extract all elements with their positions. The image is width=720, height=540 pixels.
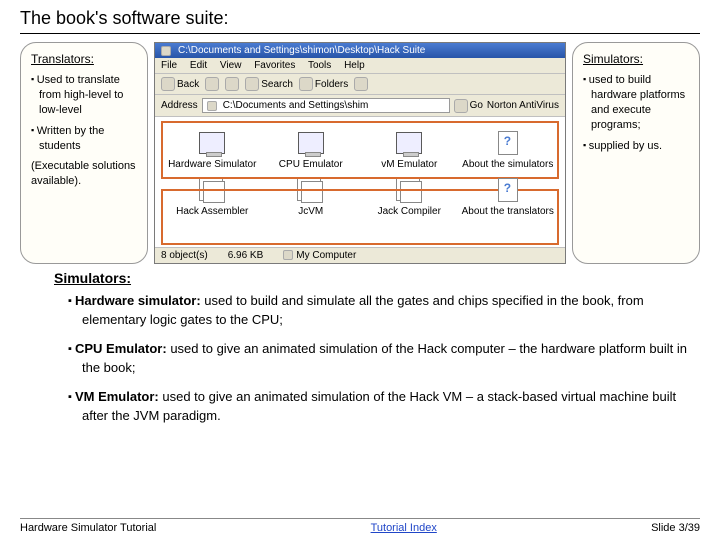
main-bullets: Hardware simulator: used to build and si… bbox=[20, 292, 700, 425]
upper-region: Translators: Used to translate from high… bbox=[20, 42, 700, 264]
help-doc-icon bbox=[498, 131, 518, 155]
back-icon bbox=[161, 77, 175, 91]
address-input[interactable]: C:\Documents and Settings\shim bbox=[202, 98, 450, 113]
bullet-vm-emu: VM Emulator: used to give an animated si… bbox=[68, 388, 692, 426]
page-title: The book's software suite: bbox=[20, 8, 700, 34]
simulators-callout: Simulators: used to build hardware platf… bbox=[572, 42, 700, 264]
footer: Hardware Simulator Tutorial Tutorial Ind… bbox=[20, 518, 700, 534]
icon-row-2: Hack Assembler JcVM Jack Compiler About … bbox=[163, 172, 557, 219]
explorer-window: C:\Documents and Settings\shimon\Desktop… bbox=[154, 42, 566, 264]
item-hardware-sim[interactable]: Hardware Simulator bbox=[163, 125, 262, 172]
item-cpu-emu[interactable]: CPU Emulator bbox=[262, 125, 361, 172]
window-title-text: C:\Documents and Settings\shimon\Desktop… bbox=[178, 45, 425, 56]
address-label: Address bbox=[161, 100, 198, 111]
computer-icon bbox=[396, 132, 422, 154]
search-icon bbox=[245, 77, 259, 91]
up-icon[interactable] bbox=[225, 77, 239, 91]
item-jcvm[interactable]: JcVM bbox=[262, 172, 361, 219]
status-bar: 8 object(s) 6.96 KB My Computer bbox=[155, 247, 565, 263]
menu-favorites[interactable]: Favorites bbox=[254, 60, 295, 71]
folders-button[interactable]: Folders bbox=[299, 77, 348, 91]
status-objects: 8 object(s) bbox=[161, 250, 208, 261]
window-titlebar: C:\Documents and Settings\shimon\Desktop… bbox=[155, 43, 565, 58]
computer-small-icon bbox=[283, 250, 293, 260]
icon-row-1: Hardware Simulator CPU Emulator vM Emula… bbox=[163, 125, 557, 172]
translators-callout: Translators: Used to translate from high… bbox=[20, 42, 148, 264]
simulators-b2: supplied by us. bbox=[583, 139, 689, 154]
simulators-b1: used to build hardware platforms and exe… bbox=[583, 73, 689, 132]
footer-left: Hardware Simulator Tutorial bbox=[20, 522, 156, 534]
norton-label: Norton AntiVirus bbox=[487, 100, 559, 111]
help-doc-icon bbox=[498, 178, 518, 202]
toolbar: Back Search Folders bbox=[155, 74, 565, 95]
back-button[interactable]: Back bbox=[161, 77, 199, 91]
stack-icon bbox=[203, 181, 225, 203]
menu-edit[interactable]: Edit bbox=[190, 60, 207, 71]
stack-icon bbox=[301, 181, 323, 203]
views-icon[interactable] bbox=[354, 77, 368, 91]
menu-view[interactable]: View bbox=[220, 60, 242, 71]
status-location: My Computer bbox=[283, 250, 356, 261]
menu-help[interactable]: Help bbox=[344, 60, 365, 71]
translators-heading: Translators: bbox=[31, 51, 137, 67]
item-about-trans[interactable]: About the translators bbox=[459, 172, 558, 219]
status-size: 6.96 KB bbox=[228, 250, 264, 261]
folders-icon bbox=[299, 77, 313, 91]
translators-paren: (Executable solutions available). bbox=[31, 159, 137, 189]
item-jack-comp[interactable]: Jack Compiler bbox=[360, 172, 459, 219]
menu-bar[interactable]: File Edit View Favorites Tools Help bbox=[155, 58, 565, 74]
address-bar: Address C:\Documents and Settings\shim G… bbox=[155, 95, 565, 117]
go-button[interactable]: Go bbox=[454, 99, 483, 113]
menu-tools[interactable]: Tools bbox=[308, 60, 331, 71]
search-button[interactable]: Search bbox=[245, 77, 293, 91]
stack-icon bbox=[400, 181, 422, 203]
menu-file[interactable]: File bbox=[161, 60, 177, 71]
explorer-body: Hardware Simulator CPU Emulator vM Emula… bbox=[155, 117, 565, 247]
forward-icon[interactable] bbox=[205, 77, 219, 91]
bullet-cpu-emu: CPU Emulator: used to give an animated s… bbox=[68, 340, 692, 378]
translators-b2: Written by the students bbox=[31, 124, 137, 154]
folder-small-icon bbox=[207, 101, 217, 111]
translators-b1: Used to translate from high-level to low… bbox=[31, 73, 137, 118]
simulators-call-heading: Simulators: bbox=[583, 51, 689, 67]
footer-right: Slide 3/39 bbox=[651, 522, 700, 534]
section-heading: Simulators: bbox=[54, 270, 700, 286]
footer-center-link[interactable]: Tutorial Index bbox=[371, 522, 437, 534]
item-about-sim[interactable]: About the simulators bbox=[459, 125, 558, 172]
folder-icon bbox=[161, 46, 171, 56]
item-hack-asm[interactable]: Hack Assembler bbox=[163, 172, 262, 219]
item-vm-emu[interactable]: vM Emulator bbox=[360, 125, 459, 172]
computer-icon bbox=[199, 132, 225, 154]
computer-icon bbox=[298, 132, 324, 154]
go-icon bbox=[454, 99, 468, 113]
bullet-hw-sim: Hardware simulator: used to build and si… bbox=[68, 292, 692, 330]
